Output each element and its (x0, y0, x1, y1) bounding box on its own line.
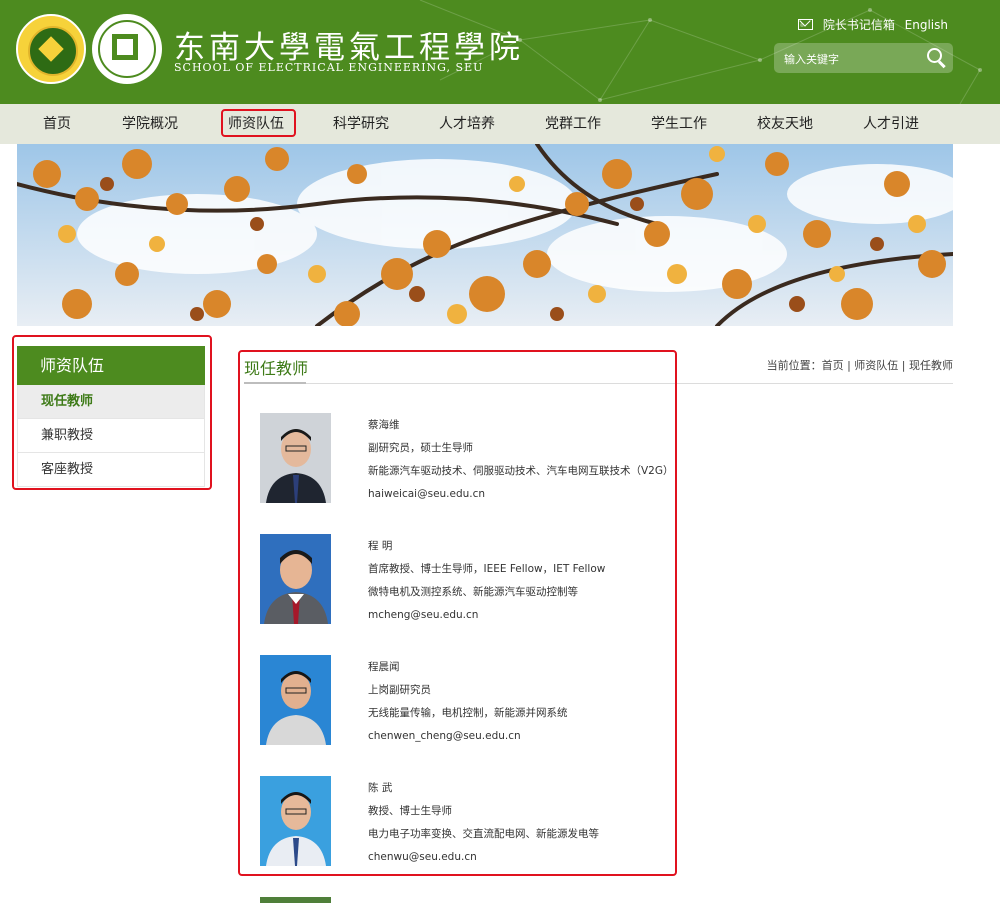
faculty-email[interactable]: haiweicai@seu.edu.cn (368, 486, 674, 509)
nav-item-about[interactable]: 学院概况 (112, 104, 188, 144)
mailbox-link[interactable]: 院长书记信箱 (797, 18, 899, 32)
faculty-email[interactable]: chenwen_cheng@seu.edu.cn (368, 728, 568, 751)
faculty-name[interactable]: 程 明 (368, 538, 605, 561)
faculty-photo[interactable] (260, 655, 331, 745)
faculty-info: 陈 武 教授、博士生导师 电力电子功率变换、交直流配电网、新能源发电等 chen… (368, 780, 599, 872)
title-divider (244, 383, 953, 384)
school-title-en: SCHOOL OF ELECTRICAL ENGINEERING, SEU (174, 61, 484, 74)
faculty-title: 教授、博士生导师 (368, 805, 452, 817)
nav-item-recruitment[interactable]: 人才引进 (855, 104, 927, 144)
title-divider-accent (244, 382, 306, 384)
top-links: 院长书记信箱 English (792, 16, 948, 33)
faculty-research: 电力电子功率变换、交直流配电网、新能源发电等 (368, 828, 599, 840)
mail-icon (797, 19, 813, 30)
nav-item-students[interactable]: 学生工作 (643, 104, 715, 144)
nav-item-alumni[interactable]: 校友天地 (749, 104, 821, 144)
nav-item-faculty[interactable]: 师资队伍 (220, 104, 292, 144)
sidebar-item-adjunct-professors[interactable]: 兼职教授 (17, 419, 205, 453)
search-input[interactable] (782, 48, 916, 70)
faculty-name[interactable]: 陈 武 (368, 780, 599, 803)
nav-item-home[interactable]: 首页 (22, 104, 92, 144)
faculty-photo[interactable] (260, 534, 331, 624)
page-title: 现任教师 (244, 359, 309, 378)
faculty-research: 微特电机及测控系统、新能源汽车驱动控制等 (368, 586, 578, 598)
nav-item-education[interactable]: 人才培养 (431, 104, 503, 144)
faculty-photo-partial[interactable] (260, 897, 331, 903)
faculty-title: 副研究员，硕士生导师 (368, 442, 473, 454)
faculty-photo[interactable] (260, 776, 331, 866)
site-header: 东南大學電氣工程學院 SCHOOL OF ELECTRICAL ENGINEER… (0, 0, 1000, 104)
sidebar-heading: 师资队伍 (17, 346, 205, 385)
search-box (774, 43, 953, 73)
seu-university-seal-logo[interactable] (16, 14, 86, 84)
faculty-info: 蔡海维 副研究员，硕士生导师 新能源汽车驱动技术、伺服驱动技术、汽车电网互联技术… (368, 417, 674, 509)
faculty-research: 无线能量传输，电机控制，新能源并网系统 (368, 707, 568, 719)
banner-image (17, 144, 953, 326)
faculty-email[interactable]: mcheng@seu.edu.cn (368, 607, 605, 630)
faculty-info: 程晨闻 上岗副研究员 无线能量传输，电机控制，新能源并网系统 chenwen_c… (368, 659, 568, 751)
sidebar-item-current-faculty[interactable]: 现任教师 (17, 385, 205, 419)
english-link[interactable]: English (905, 18, 948, 32)
nav-item-research[interactable]: 科学研究 (325, 104, 397, 144)
breadcrumb: 当前位置：首页 | 师资队伍 | 现任教师 (766, 359, 953, 372)
search-icon[interactable] (927, 48, 946, 69)
nav-item-party[interactable]: 党群工作 (537, 104, 609, 144)
faculty-title: 首席教授、博士生导师，IEEE Fellow，IET Fellow (368, 563, 606, 575)
main-nav: 首页 学院概况 师资队伍 科学研究 人才培养 党群工作 学生工作 校友天地 人才… (0, 104, 1000, 144)
faculty-title: 上岗副研究员 (368, 684, 431, 696)
ginkgo-banner-illustration (17, 144, 953, 326)
sidebar-item-visiting-professors[interactable]: 客座教授 (17, 453, 205, 487)
faculty-name[interactable]: 蔡海维 (368, 417, 674, 440)
faculty-name[interactable]: 程晨闻 (368, 659, 568, 682)
faculty-research: 新能源汽车驱动技术、伺服驱动技术、汽车电网互联技术（V2G） (368, 465, 674, 477)
faculty-email[interactable]: chenwu@seu.edu.cn (368, 849, 599, 872)
sidebar: 师资队伍 现任教师 兼职教授 客座教授 (17, 346, 205, 487)
faculty-photo[interactable] (260, 413, 331, 503)
faculty-info: 程 明 首席教授、博士生导师，IEEE Fellow，IET Fellow 微特… (368, 538, 605, 630)
school-ee-seal-logo[interactable] (92, 14, 162, 84)
